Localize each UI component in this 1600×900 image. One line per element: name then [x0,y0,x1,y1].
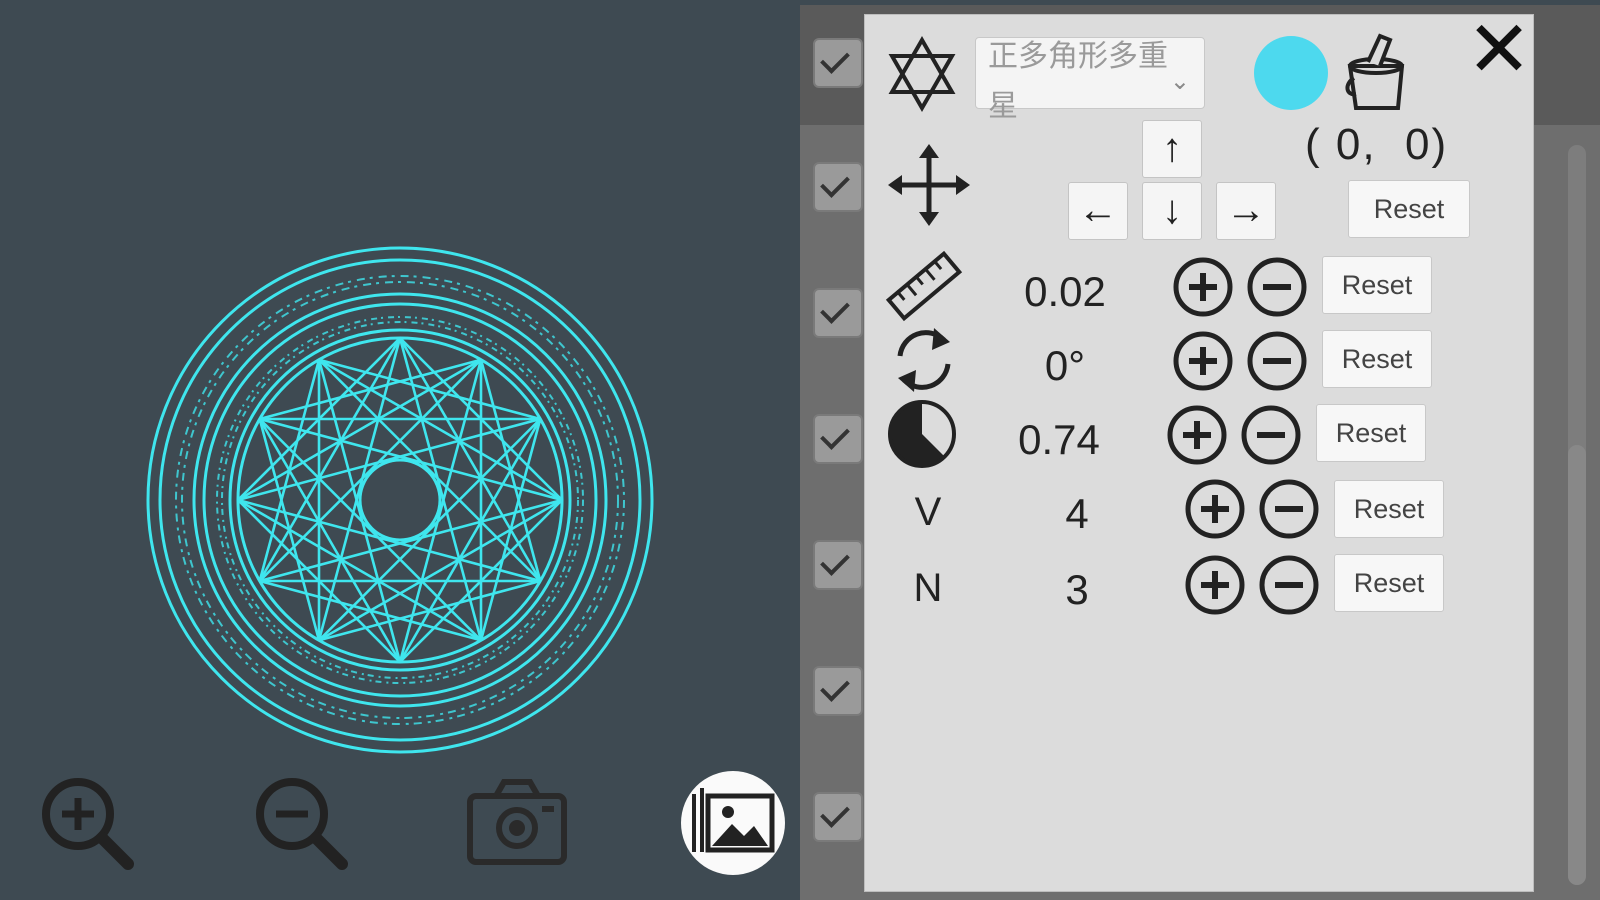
scale-value: 0.02 [1024,268,1106,315]
star-line [398,418,542,663]
star-line [258,418,402,663]
layer-checkbox[interactable] [813,666,863,716]
vertices-decrease-button[interactable] [1258,478,1320,540]
app-screen: 正多角形多重星 ⌄ ✕ ↑ ← ↓ → ( 0, 0) Reset 0.02 R… [0,0,1600,900]
move-arrows-icon [886,142,972,228]
layer-checkbox[interactable] [813,414,863,464]
camera-button[interactable] [462,770,572,880]
zoom-out-icon [246,768,356,883]
count-reset-button[interactable]: Reset [1334,554,1444,612]
scale-decrease-button[interactable] [1246,256,1308,318]
scale-reset-button[interactable]: Reset [1322,256,1432,314]
star-line [237,498,482,642]
plus-circle-icon [1173,257,1233,317]
gallery-button[interactable] [678,770,788,880]
layer-checkbox[interactable] [813,38,863,88]
layer-list-scrollbar[interactable] [1568,145,1586,885]
drawing-canvas[interactable] [0,0,800,900]
zoom-in-icon [32,768,142,883]
scale-increase-button[interactable] [1172,256,1234,318]
camera-icon [462,768,572,883]
star-line [318,498,563,642]
minus-circle-icon [1247,257,1307,317]
vertices-label: V [914,490,942,534]
plus-circle-icon [1185,555,1245,615]
paint-bucket-icon [1345,33,1405,110]
count-label: N [913,566,943,610]
vertices-increase-button[interactable] [1184,478,1246,540]
count-value: 3 [1065,566,1089,613]
shape-type-selected: 正多角形多重星 [988,40,1168,123]
minus-circle-icon [1247,331,1307,391]
center-circle [358,458,442,542]
rotation-reset-button[interactable]: Reset [1322,330,1432,388]
plus-circle-icon [1167,405,1227,465]
scrollbar-thumb[interactable] [1568,445,1586,885]
magic-circle [146,246,654,754]
layer-checkbox[interactable] [813,288,863,338]
image-gallery-icon [678,768,788,883]
vertices-value: 4 [1065,490,1089,537]
star-of-david-icon [886,34,958,114]
star-line [318,358,563,502]
position-reset-button[interactable]: Reset [1348,180,1470,238]
close-button[interactable]: ✕ [1464,10,1534,88]
ratio-reset-button[interactable]: Reset [1316,404,1426,462]
rotate-icon [884,320,964,400]
move-left-button[interactable]: ← [1068,182,1128,240]
ratio-increase-button[interactable] [1166,404,1228,466]
minus-circle-icon [1241,405,1301,465]
outer-ring-3 [192,292,608,708]
plus-circle-icon [1173,331,1233,391]
outer-ring-2 [158,258,642,742]
star-line [237,358,482,502]
minus-circle-icon [1259,555,1319,615]
star-line [258,337,402,582]
move-up-button[interactable]: ↑ [1142,120,1202,178]
rotation-decrease-button[interactable] [1246,330,1308,392]
count-increase-button[interactable] [1184,554,1246,616]
position-readout: ( 0, 0) [1305,120,1449,169]
layer-checkbox[interactable] [813,162,863,212]
move-right-button[interactable]: → [1216,182,1276,240]
chevron-down-icon: ⌄ [1169,68,1190,95]
rotation-increase-button[interactable] [1172,330,1234,392]
pie-icon [884,396,960,472]
inner-ring-2 [236,336,564,664]
rotation-value: 0° [1044,342,1086,389]
zoom-out-button[interactable] [246,770,356,880]
layer-checkbox[interactable] [813,792,863,842]
outer-ring-4 [202,302,598,698]
move-down-button[interactable]: ↓ [1142,182,1202,240]
shape-type-dropdown[interactable]: 正多角形多重星 ⌄ [975,37,1205,123]
vertices-reset-button[interactable]: Reset [1334,480,1444,538]
color-picker-swatch[interactable] [1254,36,1328,110]
paint-bucket-button[interactable] [1340,32,1416,114]
count-decrease-button[interactable] [1258,554,1320,616]
ratio-decrease-button[interactable] [1240,404,1302,466]
star-line [398,337,542,582]
plus-circle-icon [1185,479,1245,539]
minus-circle-icon [1259,479,1319,539]
ratio-value: 0.74 [1018,416,1100,463]
layer-checkbox[interactable] [813,540,863,590]
ruler-icon [884,246,964,326]
outer-ring-1 [146,246,654,754]
zoom-in-button[interactable] [32,770,142,880]
